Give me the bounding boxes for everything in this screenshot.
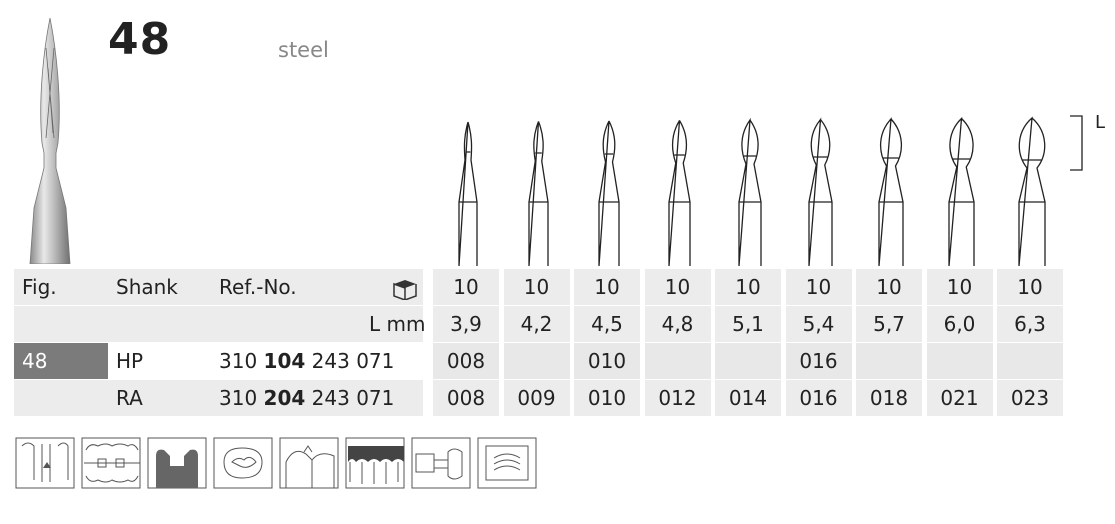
bur-drawing: [878, 117, 904, 266]
shank-cell: HP: [116, 349, 144, 373]
bur-drawings: [458, 115, 1083, 266]
size-cell: [503, 343, 570, 379]
anterior-cavity-icon: [14, 432, 76, 494]
length-cell: 5,7: [856, 306, 922, 342]
length-cell: 4,8: [644, 306, 711, 342]
quantity-cell: 10: [574, 269, 640, 305]
size-cell: 010: [574, 343, 640, 379]
ref-prefix: 310: [219, 386, 258, 410]
length-cell: 6,3: [997, 306, 1063, 342]
bridge-icon: [410, 432, 472, 494]
size-cell: 008: [433, 380, 499, 416]
ref-number: 310 204 243 071: [219, 380, 394, 416]
length-cell: 5,4: [785, 306, 852, 342]
length-dimension-label: L: [1095, 112, 1106, 133]
crown-prep-icon: [80, 432, 142, 494]
bur-drawing: [598, 120, 620, 266]
size-cell: 016: [785, 380, 852, 416]
ref-bold: 204: [263, 386, 306, 410]
quantity-cell: 10: [785, 269, 852, 305]
size-cell: [856, 343, 922, 379]
fig-cell: 48: [14, 343, 108, 379]
ref-no-header: Ref.-No.: [219, 275, 297, 299]
size-cell: [644, 343, 711, 379]
ref-suffix: 243 071: [311, 386, 395, 410]
quantity-cell: 10: [926, 269, 993, 305]
finishing-icon: [476, 432, 538, 494]
length-cell: 3,9: [433, 306, 499, 342]
bur-drawing: [458, 121, 478, 266]
ref-suffix: 243 071: [311, 349, 395, 373]
table-header-row: Fig. Shank Ref.-No. 10 10 10 10 10 10 10 10 10: [14, 269, 1066, 305]
quantity-cell: 10: [644, 269, 711, 305]
size-cell: 014: [715, 380, 781, 416]
size-cell: 012: [644, 380, 711, 416]
size-cell: [997, 343, 1063, 379]
size-cell: [926, 343, 993, 379]
quantity-cell: 10: [997, 269, 1063, 305]
length-cell: 4,2: [503, 306, 570, 342]
table-row-hp: 48 HP 310 104 243 071 008 010 016: [14, 343, 1066, 379]
material-label: steel: [278, 38, 329, 62]
ref-number: 310 104 243 071: [219, 343, 394, 379]
size-cell: 010: [574, 380, 640, 416]
shank-header: Shank: [116, 275, 178, 299]
quantity-cell: 10: [715, 269, 781, 305]
quantity-cell: 10: [503, 269, 570, 305]
shank-cell: RA: [116, 386, 143, 410]
size-cell: 023: [997, 380, 1063, 416]
table-row-ra: RA 310 204 243 071 008 009 010 012 014 016 018…: [14, 380, 1066, 416]
length-row: L mm 3,9 4,2 4,5 4,8 5,1 5,4 5,7 6,0 6,3: [14, 306, 1066, 342]
bur-drawing: [948, 116, 975, 266]
quantity-cell: 10: [433, 269, 499, 305]
figure-number: 48: [108, 14, 172, 65]
bur-drawing: [668, 120, 691, 266]
cavity-form-icon: [146, 432, 208, 494]
bur-drawing: [738, 117, 762, 266]
size-cell: 009: [503, 380, 570, 416]
length-cell: 4,5: [574, 306, 640, 342]
length-bracket: [1070, 115, 1083, 171]
tooth-contour-icon: [278, 432, 340, 494]
fig-header: Fig.: [22, 275, 57, 299]
ref-prefix: 310: [219, 349, 258, 373]
size-cell: 018: [856, 380, 922, 416]
gingiva-icon: [344, 432, 406, 494]
size-cell: [715, 343, 781, 379]
bur-photo: [29, 18, 71, 264]
size-cell: 021: [926, 380, 993, 416]
length-label: L mm: [369, 312, 426, 336]
bur-drawing: [808, 117, 833, 266]
size-cell: 016: [785, 343, 852, 379]
length-cell: 5,1: [715, 306, 781, 342]
bur-drawing: [528, 121, 549, 266]
quantity-cell: 10: [856, 269, 922, 305]
package-box-icon: [392, 275, 418, 302]
ref-bold: 104: [263, 349, 306, 373]
length-cell: 6,0: [926, 306, 993, 342]
size-cell: 008: [433, 343, 499, 379]
bur-drawing: [1018, 116, 1046, 266]
occlusal-icon: [212, 432, 274, 494]
